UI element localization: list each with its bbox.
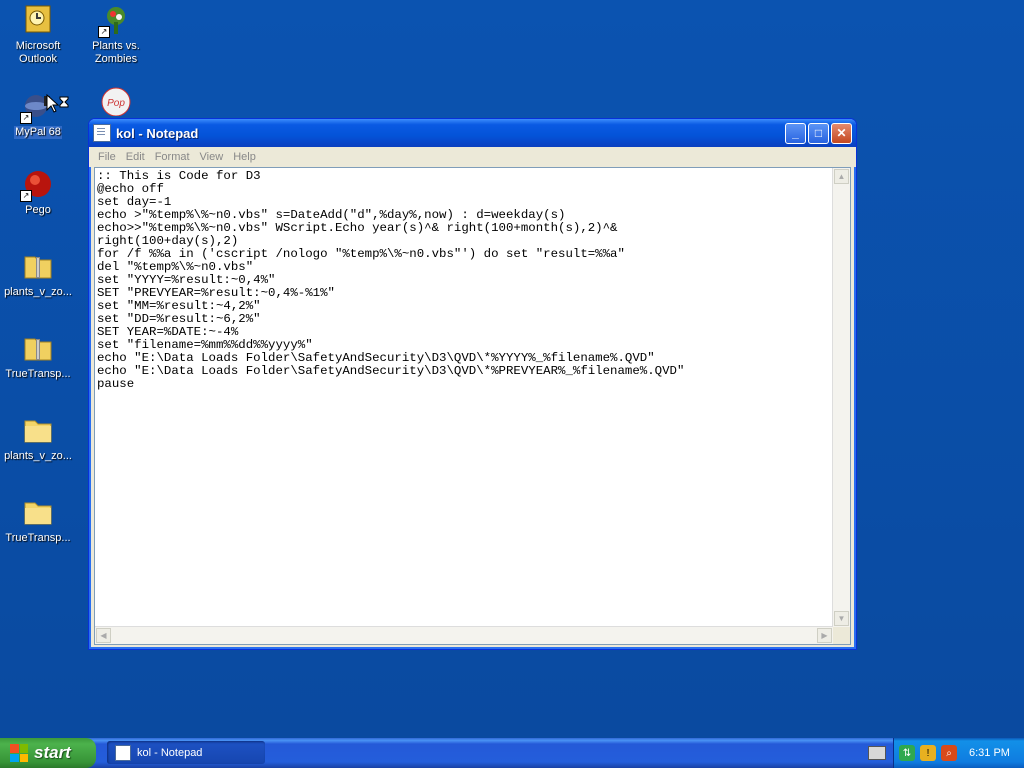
vertical-scrollbar[interactable]: ▲ ▼ — [832, 168, 850, 627]
folder-icon — [22, 414, 54, 446]
desktop-icon-plants-folder[interactable]: plants_v_zo... — [0, 414, 78, 463]
desktop-icon-plants-zip[interactable]: plants_v_zo... — [0, 250, 78, 299]
menu-help[interactable]: Help — [228, 151, 261, 163]
busy-cursor-icon — [46, 94, 69, 113]
shortcut-arrow-icon: ↗ — [98, 26, 110, 38]
desktop-icon-label: Microsoft Outlook — [15, 40, 61, 65]
desktop-icon-truetransp-folder[interactable]: TrueTransp... — [0, 496, 78, 545]
chevron-left-icon: ◀ — [100, 631, 107, 640]
system-tray: ⇅ ! ⌕ 6:31 PM — [893, 738, 1024, 768]
notepad-icon — [93, 124, 111, 142]
shortcut-arrow-icon: ↗ — [20, 190, 32, 202]
desktop-icon-label: TrueTransp... — [5, 532, 71, 544]
svg-text:Pop: Pop — [107, 98, 125, 109]
menu-bar: File Edit Format View Help — [89, 147, 856, 167]
taskbar: start kol - Notepad ⇅ ! ⌕ 6:31 PM — [0, 738, 1024, 768]
desktop-icon-label: Pego — [25, 204, 51, 216]
menu-format[interactable]: Format — [150, 151, 195, 163]
scroll-up-button[interactable]: ▲ — [834, 169, 849, 184]
notepad-window[interactable]: kol - Notepad _ □ ✕ File Edit Format Vie… — [88, 118, 857, 650]
outlook-icon — [22, 4, 54, 36]
desktop-icon-plants-vs-zombies[interactable]: ↗ Plants vs. Zombies — [76, 4, 156, 66]
desktop-icon-label: Plants vs. Zombies — [92, 40, 140, 65]
scroll-down-button[interactable]: ▼ — [834, 611, 849, 626]
window-title: kol - Notepad — [116, 125, 199, 141]
desktop-icon-label: plants_v_zo... — [4, 450, 72, 462]
zip-folder-icon — [22, 250, 54, 282]
desktop-icon-label: TrueTransp... — [5, 368, 71, 380]
menu-edit[interactable]: Edit — [121, 151, 150, 163]
desktop-icon-truetransp-zip[interactable]: TrueTransp... — [0, 332, 78, 381]
keyboard-icon[interactable] — [868, 746, 886, 760]
maximize-button[interactable]: □ — [808, 122, 829, 144]
start-button[interactable]: start — [0, 738, 96, 768]
desktop-icon-pego[interactable]: ↗ Pego — [0, 168, 78, 217]
taskbar-item-label: kol - Notepad — [137, 746, 203, 759]
pego-icon: ↗ — [20, 168, 54, 202]
security-shield-icon[interactable]: ! — [920, 745, 936, 761]
minimize-icon: _ — [792, 126, 799, 140]
desktop-icon-label: plants_v_zo... — [4, 286, 72, 298]
popcap-icon: Pop — [100, 86, 132, 116]
horizontal-scrollbar[interactable]: ◀ ▶ — [95, 626, 833, 644]
menu-view[interactable]: View — [195, 151, 229, 163]
close-icon: ✕ — [836, 126, 847, 140]
plants-vs-zombies-icon: ↗ — [98, 4, 132, 38]
chevron-right-icon: ▶ — [821, 631, 828, 640]
desktop-icon-label: MyPal 68 — [14, 126, 62, 139]
zip-folder-icon — [22, 332, 54, 364]
menu-file[interactable]: File — [93, 151, 121, 163]
windows-flag-icon — [10, 744, 28, 762]
start-label: start — [34, 743, 71, 762]
shortcut-arrow-icon: ↗ — [20, 112, 32, 124]
scroll-left-button[interactable]: ◀ — [96, 628, 111, 643]
minimize-button[interactable]: _ — [785, 122, 806, 144]
text-editor[interactable]: :: This is Code for D3 @echo off set day… — [94, 167, 851, 645]
network-icon[interactable]: ⇅ — [899, 745, 915, 761]
chevron-down-icon: ▼ — [837, 614, 846, 623]
desktop-icon-popcap[interactable]: Pop — [76, 86, 156, 116]
title-bar[interactable]: kol - Notepad _ □ ✕ — [89, 119, 856, 147]
size-grip[interactable] — [833, 627, 850, 644]
notepad-icon — [115, 744, 131, 761]
document-text[interactable]: :: This is Code for D3 @echo off set day… — [97, 170, 832, 626]
clock[interactable]: 6:31 PM — [969, 747, 1010, 759]
close-button[interactable]: ✕ — [831, 122, 852, 144]
taskbar-item-notepad[interactable]: kol - Notepad — [107, 741, 265, 764]
search-icon[interactable]: ⌕ — [941, 745, 957, 761]
folder-icon — [22, 496, 54, 528]
desktop-icon-microsoft-outlook[interactable]: Microsoft Outlook — [0, 4, 78, 66]
maximize-icon: □ — [814, 126, 823, 140]
chevron-up-icon: ▲ — [837, 172, 846, 181]
scroll-right-button[interactable]: ▶ — [817, 628, 832, 643]
